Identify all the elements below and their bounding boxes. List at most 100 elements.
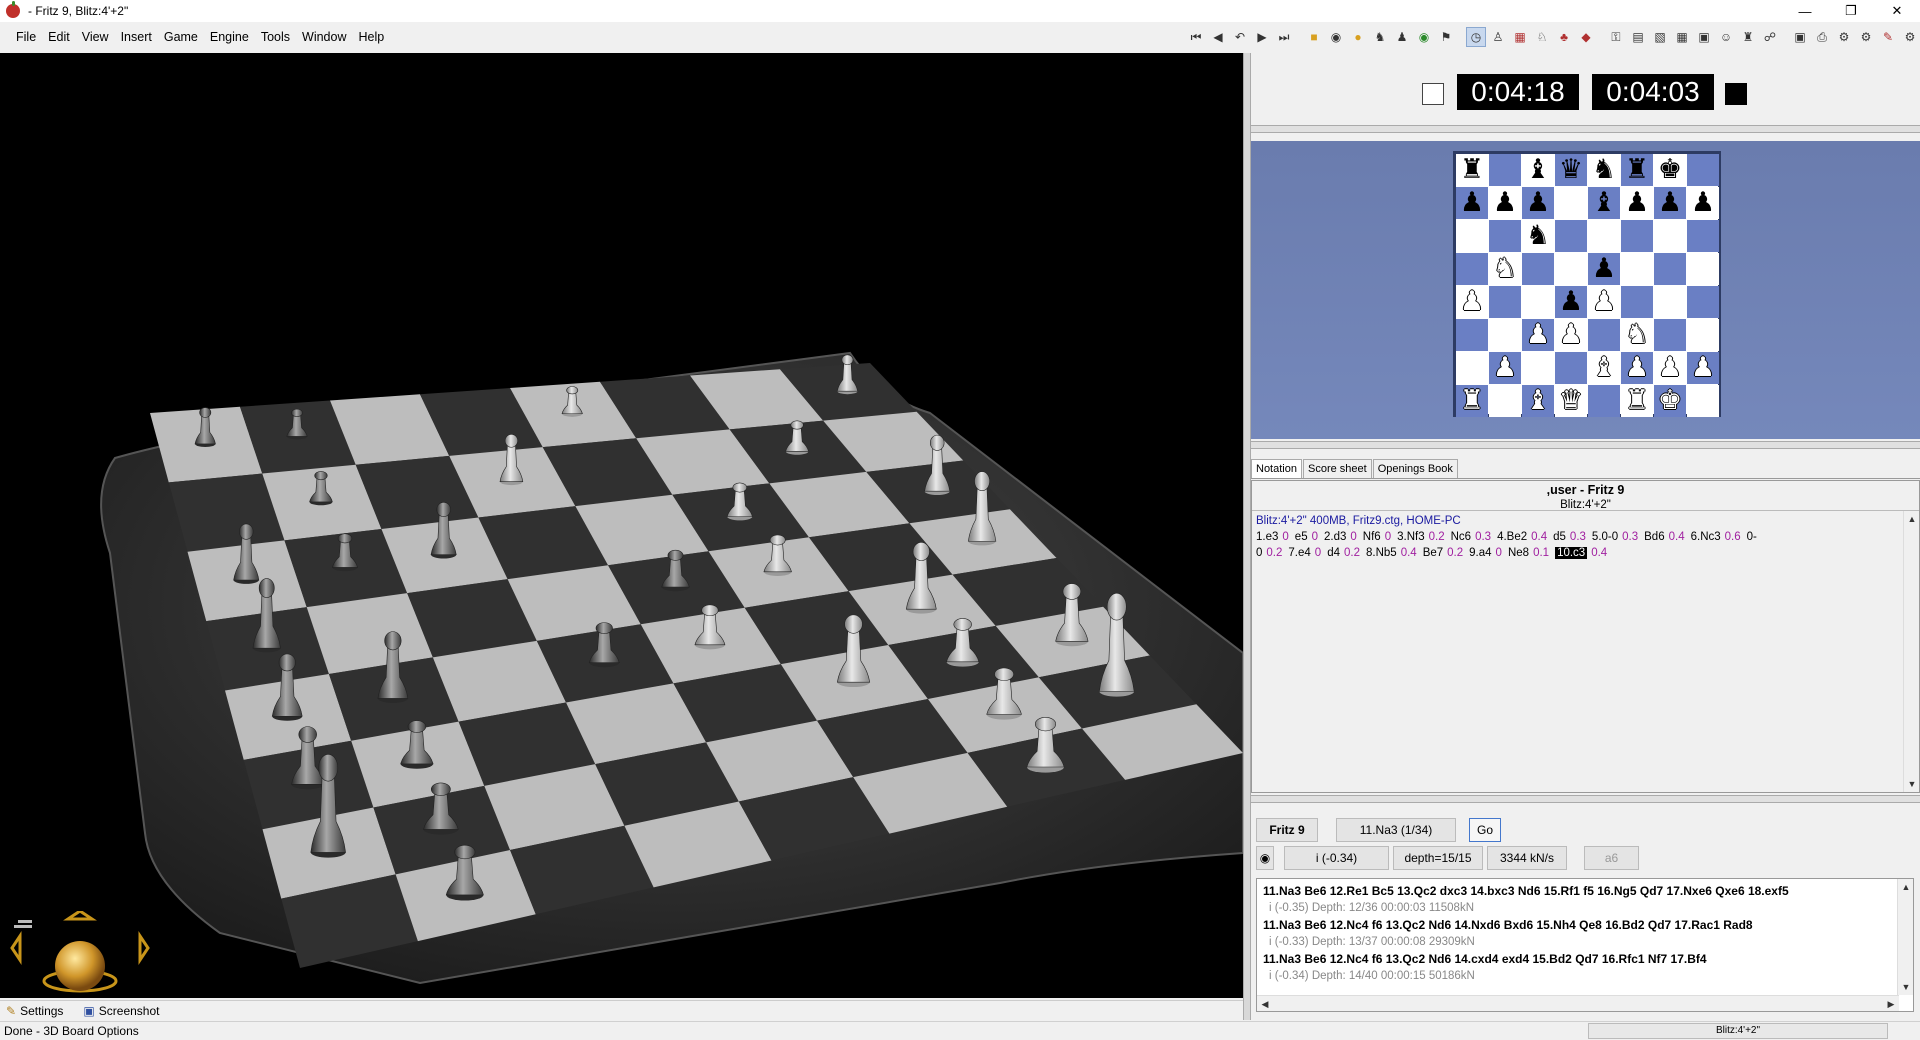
black-knight-icon[interactable]: ♞ (1526, 220, 1550, 252)
white-queen-icon[interactable]: ♛ (1559, 385, 1583, 417)
square-a4[interactable]: ♟ (1456, 286, 1488, 318)
engine-vscrollbar[interactable]: ▲ ▼ (1897, 879, 1913, 995)
square-a6[interactable] (1456, 220, 1488, 252)
square-d4[interactable]: ♟ (1555, 286, 1587, 318)
square-c4[interactable] (1522, 286, 1554, 318)
white-pawn-icon[interactable]: ♟ (1691, 352, 1715, 384)
go-button[interactable]: Go (1469, 818, 1501, 842)
move-16[interactable]: 9.a4 (1469, 547, 1491, 559)
screenshot-button[interactable]: ▣ Screenshot (83, 1004, 159, 1018)
tab-score-sheet[interactable]: Score sheet (1302, 459, 1372, 478)
move-14[interactable]: 8.Nb5 (1366, 547, 1397, 559)
square-b2[interactable]: ♟ (1489, 352, 1521, 384)
engine-splitter[interactable] (1251, 795, 1920, 803)
menu-file[interactable]: File (10, 30, 42, 44)
move-2[interactable]: 2.d3 (1324, 531, 1346, 543)
notation-scrollbar[interactable]: ▲ ▼ (1903, 511, 1919, 792)
square-c3[interactable]: ♟ (1522, 319, 1554, 351)
3d-chess-board[interactable] (0, 53, 1243, 998)
black-pawn-icon[interactable]: ♟ (1493, 187, 1517, 219)
white-pawn-icon[interactable]: ♟ (1625, 352, 1649, 384)
square-h7[interactable]: ♟ (1687, 187, 1719, 219)
engine-icon[interactable]: ♞ (1370, 27, 1390, 47)
square-g5[interactable] (1654, 253, 1686, 285)
menu-view[interactable]: View (76, 30, 115, 44)
people-icon[interactable]: ☺ (1716, 27, 1736, 47)
black-pawn-icon[interactable]: ♟ (1592, 253, 1616, 285)
square-g4[interactable] (1654, 286, 1686, 318)
close-button[interactable]: ✕ (1874, 0, 1920, 22)
square-d5[interactable] (1555, 253, 1587, 285)
square-b7[interactable]: ♟ (1489, 187, 1521, 219)
window-icon[interactable]: ▣ (1694, 27, 1714, 47)
move-7[interactable]: d5 (1553, 531, 1566, 543)
square-d8[interactable]: ♛ (1555, 154, 1587, 186)
move-5[interactable]: Nc6 (1451, 531, 1471, 543)
white-pawn-icon[interactable]: ♟ (1526, 319, 1550, 351)
settings-icon[interactable]: ⚙ (1834, 27, 1854, 47)
square-g1[interactable]: ♚ (1654, 385, 1686, 417)
scroll-up-icon[interactable]: ▲ (1898, 879, 1913, 895)
black-rook-icon[interactable]: ♜ (1625, 154, 1649, 186)
clock-icon[interactable]: ◷ (1466, 27, 1486, 47)
square-e3[interactable] (1588, 319, 1620, 351)
square-g2[interactable]: ♟ (1654, 352, 1686, 384)
square-d3[interactable]: ♟ (1555, 319, 1587, 351)
black-queen-icon[interactable]: ♛ (1559, 154, 1583, 186)
paint-icon[interactable]: ✎ (1878, 27, 1898, 47)
black-pawn-icon[interactable]: ♟ (1625, 187, 1649, 219)
menu-insert[interactable]: Insert (115, 30, 158, 44)
square-d6[interactable] (1555, 220, 1587, 252)
menu-engine[interactable]: Engine (204, 30, 255, 44)
engine-hscrollbar[interactable]: ◀ ▶ (1257, 995, 1899, 1011)
square-a3[interactable] (1456, 319, 1488, 351)
square-f2[interactable]: ♟ (1621, 352, 1653, 384)
menu-help[interactable]: Help (352, 30, 390, 44)
square-f6[interactable] (1621, 220, 1653, 252)
move-18[interactable]: 10.c3 (1555, 547, 1588, 559)
board-splitter[interactable] (1251, 441, 1920, 449)
black-pawn-icon[interactable]: ♟ (1658, 187, 1682, 219)
white-pawn-icon[interactable]: ♟ (1658, 352, 1682, 384)
options-icon[interactable]: ⚙ (1900, 27, 1920, 47)
square-b3[interactable] (1489, 319, 1521, 351)
scroll-down-icon[interactable]: ▼ (1904, 776, 1920, 792)
square-c7[interactable]: ♟ (1522, 187, 1554, 219)
black-pawn-icon[interactable]: ♟ (1460, 187, 1484, 219)
link-icon[interactable]: ☍ (1760, 27, 1780, 47)
scroll-right-icon[interactable]: ▶ (1883, 996, 1899, 1011)
fritz-app-icon[interactable] (6, 1, 20, 18)
square-f1[interactable]: ♜ (1621, 385, 1653, 417)
book-icon[interactable]: ▤ (1628, 27, 1648, 47)
move-6[interactable]: 4.Be2 (1497, 531, 1527, 543)
save-icon[interactable]: ▣ (1790, 27, 1810, 47)
white-pawn-icon[interactable]: ♟ (1592, 286, 1616, 318)
square-b1[interactable] (1489, 385, 1521, 417)
square-e6[interactable] (1588, 220, 1620, 252)
clock-splitter[interactable] (1251, 125, 1920, 133)
square-e7[interactable]: ♝ (1588, 187, 1620, 219)
engine-name[interactable]: Fritz 9 (1256, 818, 1318, 842)
move-3[interactable]: Nf6 (1363, 531, 1381, 543)
square-d1[interactable]: ♛ (1555, 385, 1587, 417)
square-f8[interactable]: ♜ (1621, 154, 1653, 186)
square-f3[interactable]: ♞ (1621, 319, 1653, 351)
white-rook-icon[interactable]: ♜ (1625, 385, 1649, 417)
tools-icon[interactable]: ⚙ (1856, 27, 1876, 47)
coach-icon[interactable]: ♣ (1554, 27, 1574, 47)
square-g7[interactable]: ♟ (1654, 187, 1686, 219)
grid-icon[interactable]: ▦ (1672, 27, 1692, 47)
first-move-icon[interactable]: ⏮ (1186, 27, 1206, 47)
move-15[interactable]: Be7 (1423, 547, 1443, 559)
pieces-icon[interactable]: ♜ (1738, 27, 1758, 47)
square-b5[interactable]: ♞ (1489, 253, 1521, 285)
scroll-up-icon[interactable]: ▲ (1904, 511, 1920, 527)
restore-button[interactable]: ❐ (1828, 0, 1874, 22)
knight-icon[interactable]: ♘ (1532, 27, 1552, 47)
pawn-icon[interactable]: ♙ (1488, 27, 1508, 47)
vertical-splitter[interactable] (1243, 53, 1251, 1020)
square-h4[interactable] (1687, 286, 1719, 318)
move-0[interactable]: 1.e3 (1256, 531, 1278, 543)
menu-game[interactable]: Game (158, 30, 204, 44)
hint-icon[interactable]: ● (1348, 27, 1368, 47)
